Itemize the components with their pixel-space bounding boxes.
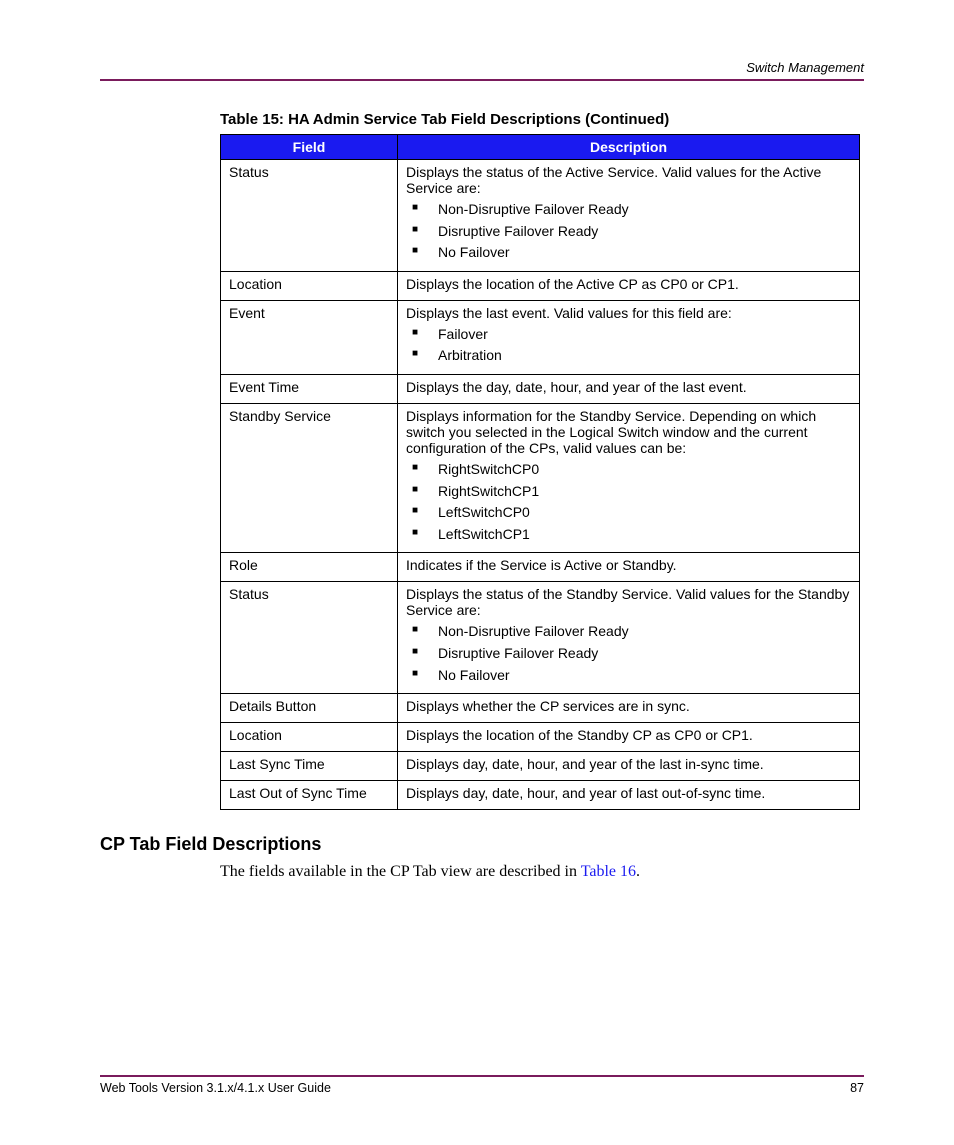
bullet-item: Arbitration [406, 346, 851, 366]
page-header-section: Switch Management [100, 60, 864, 75]
bullet-list: RightSwitchCP0RightSwitchCP1LeftSwitchCP… [406, 460, 851, 544]
table-row: Details Button Displays whether the CP se… [221, 694, 860, 723]
table-row: Last Sync Time Displays day, date, hour, … [221, 752, 860, 781]
cell-description: Displays the day, date, hour, and year o… [398, 374, 860, 403]
cell-description-text: Displays day, date, hour, and year of th… [406, 756, 851, 772]
cell-description-text: Displays the status of the Standby Servi… [406, 586, 851, 618]
table-row: StatusDisplays the status of the Active … [221, 160, 860, 272]
table-row: Location Displays the location of the Sta… [221, 723, 860, 752]
cell-description: Indicates if the Service is Active or St… [398, 553, 860, 582]
bullet-item: LeftSwitchCP0 [406, 503, 851, 523]
table-row: Event Displays the last event. Valid valu… [221, 300, 860, 374]
table-row: Standby ServiceDisplays information for … [221, 403, 860, 552]
cell-field: Location [221, 271, 398, 300]
bullet-item: RightSwitchCP0 [406, 460, 851, 480]
cell-field: Role [221, 553, 398, 582]
table16-link[interactable]: Table 16 [581, 863, 636, 880]
cell-field: Location [221, 723, 398, 752]
cell-description: Displays day, date, hour, and year of la… [398, 781, 860, 810]
table-row: Role Indicates if the Service is Active o… [221, 553, 860, 582]
bullet-list: FailoverArbitration [406, 325, 851, 366]
cell-description-text: Displays the location of the Standby CP … [406, 727, 851, 743]
header-rule [100, 79, 864, 81]
cell-field: Standby Service [221, 403, 398, 552]
bullet-item: RightSwitchCP1 [406, 482, 851, 502]
table-row: Last Out of Sync Time Displays day, date,… [221, 781, 860, 810]
bullet-item: No Failover [406, 243, 851, 263]
table-row: StatusDisplays the status of the Standby… [221, 582, 860, 694]
cell-field: Status [221, 582, 398, 694]
cell-description: Displays the status of the Active Servic… [398, 160, 860, 272]
cell-description-text: Indicates if the Service is Active or St… [406, 557, 851, 573]
bullet-list: Non-Disruptive Failover ReadyDisruptive … [406, 200, 851, 263]
section-body-post: . [636, 863, 640, 880]
cell-description: Displays information for the Standby Ser… [398, 403, 860, 552]
cell-field: Status [221, 160, 398, 272]
bullet-item: LeftSwitchCP1 [406, 525, 851, 545]
cell-description-text: Displays day, date, hour, and year of la… [406, 785, 851, 801]
ha-admin-table: Field Description StatusDisplays the sta… [220, 134, 860, 810]
cell-description-text: Displays the location of the Active CP a… [406, 276, 851, 292]
cell-description-text: Displays the day, date, hour, and year o… [406, 379, 851, 395]
cell-description-text: Displays whether the CP services are in … [406, 698, 851, 714]
bullet-item: Non-Disruptive Failover Ready [406, 200, 851, 220]
cell-field: Last Out of Sync Time [221, 781, 398, 810]
cell-description: Displays day, date, hour, and year of th… [398, 752, 860, 781]
cell-description-text: Displays the last event. Valid values fo… [406, 305, 851, 321]
bullet-item: Failover [406, 325, 851, 345]
cell-description: Displays the location of the Active CP a… [398, 271, 860, 300]
table-caption: Table 15: HA Admin Service Tab Field Des… [100, 111, 864, 128]
cell-field: Event [221, 300, 398, 374]
section-body-pre: The fields available in the CP Tab view … [220, 863, 581, 880]
bullet-item: No Failover [406, 666, 851, 686]
cell-description-text: Displays the status of the Active Servic… [406, 164, 851, 196]
bullet-item: Non-Disruptive Failover Ready [406, 622, 851, 642]
cell-field: Last Sync Time [221, 752, 398, 781]
cell-field: Event Time [221, 374, 398, 403]
bullet-item: Disruptive Failover Ready [406, 222, 851, 242]
section-heading: CP Tab Field Descriptions [100, 834, 864, 855]
cell-description: Displays the location of the Standby CP … [398, 723, 860, 752]
cell-description-text: Displays information for the Standby Ser… [406, 408, 851, 456]
cell-field: Details Button [221, 694, 398, 723]
table-row: Event Time Displays the day, date, hour, … [221, 374, 860, 403]
th-description: Description [398, 135, 860, 160]
cell-description: Displays the status of the Standby Servi… [398, 582, 860, 694]
cell-description: Displays the last event. Valid values fo… [398, 300, 860, 374]
bullet-item: Disruptive Failover Ready [406, 644, 851, 664]
section-body: The fields available in the CP Tab view … [220, 863, 864, 881]
page-footer: Web Tools Version 3.1.x/4.1.x User Guide… [100, 1075, 864, 1095]
footer-page-number: 87 [850, 1081, 864, 1095]
footer-title: Web Tools Version 3.1.x/4.1.x User Guide [100, 1081, 331, 1095]
th-field: Field [221, 135, 398, 160]
footer-rule [100, 1075, 864, 1077]
cell-description: Displays whether the CP services are in … [398, 694, 860, 723]
bullet-list: Non-Disruptive Failover ReadyDisruptive … [406, 622, 851, 685]
table-row: Location Displays the location of the Act… [221, 271, 860, 300]
